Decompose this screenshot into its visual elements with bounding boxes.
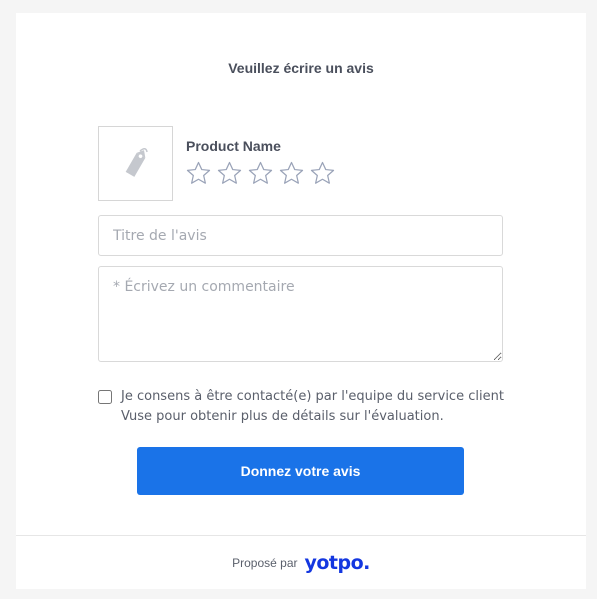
submit-review-button[interactable]: Donnez votre avis	[137, 447, 464, 495]
consent-label: Je consens à être contacté(e) par l'equi…	[121, 387, 521, 427]
yotpo-logo[interactable]: yotpo.	[304, 552, 370, 574]
review-comment-input[interactable]	[98, 266, 503, 362]
consent-label-line1: Je consens à être contacté(e) par l'equi…	[121, 389, 504, 404]
product-name: Product Name	[186, 138, 281, 154]
footer-divider	[16, 535, 586, 536]
page-title: Veuillez écrire un avis	[228, 60, 374, 76]
product-image	[98, 126, 173, 201]
consent-label-line2: Vuse pour obtenir plus de détails sur l'…	[121, 409, 444, 424]
consent-checkbox[interactable]	[98, 390, 112, 404]
powered-by-label: Proposé par	[232, 556, 298, 570]
star-outline-icon[interactable]	[247, 160, 274, 187]
star-rating[interactable]	[185, 160, 336, 187]
star-outline-icon[interactable]	[278, 160, 305, 187]
star-outline-icon[interactable]	[185, 160, 212, 187]
review-title-input[interactable]	[98, 215, 503, 256]
tag-icon	[125, 147, 148, 177]
star-outline-icon[interactable]	[309, 160, 336, 187]
star-outline-icon[interactable]	[216, 160, 243, 187]
footer: Proposé par yotpo.	[16, 552, 586, 574]
review-card: Veuillez écrire un avis Product Name Je …	[16, 13, 586, 589]
